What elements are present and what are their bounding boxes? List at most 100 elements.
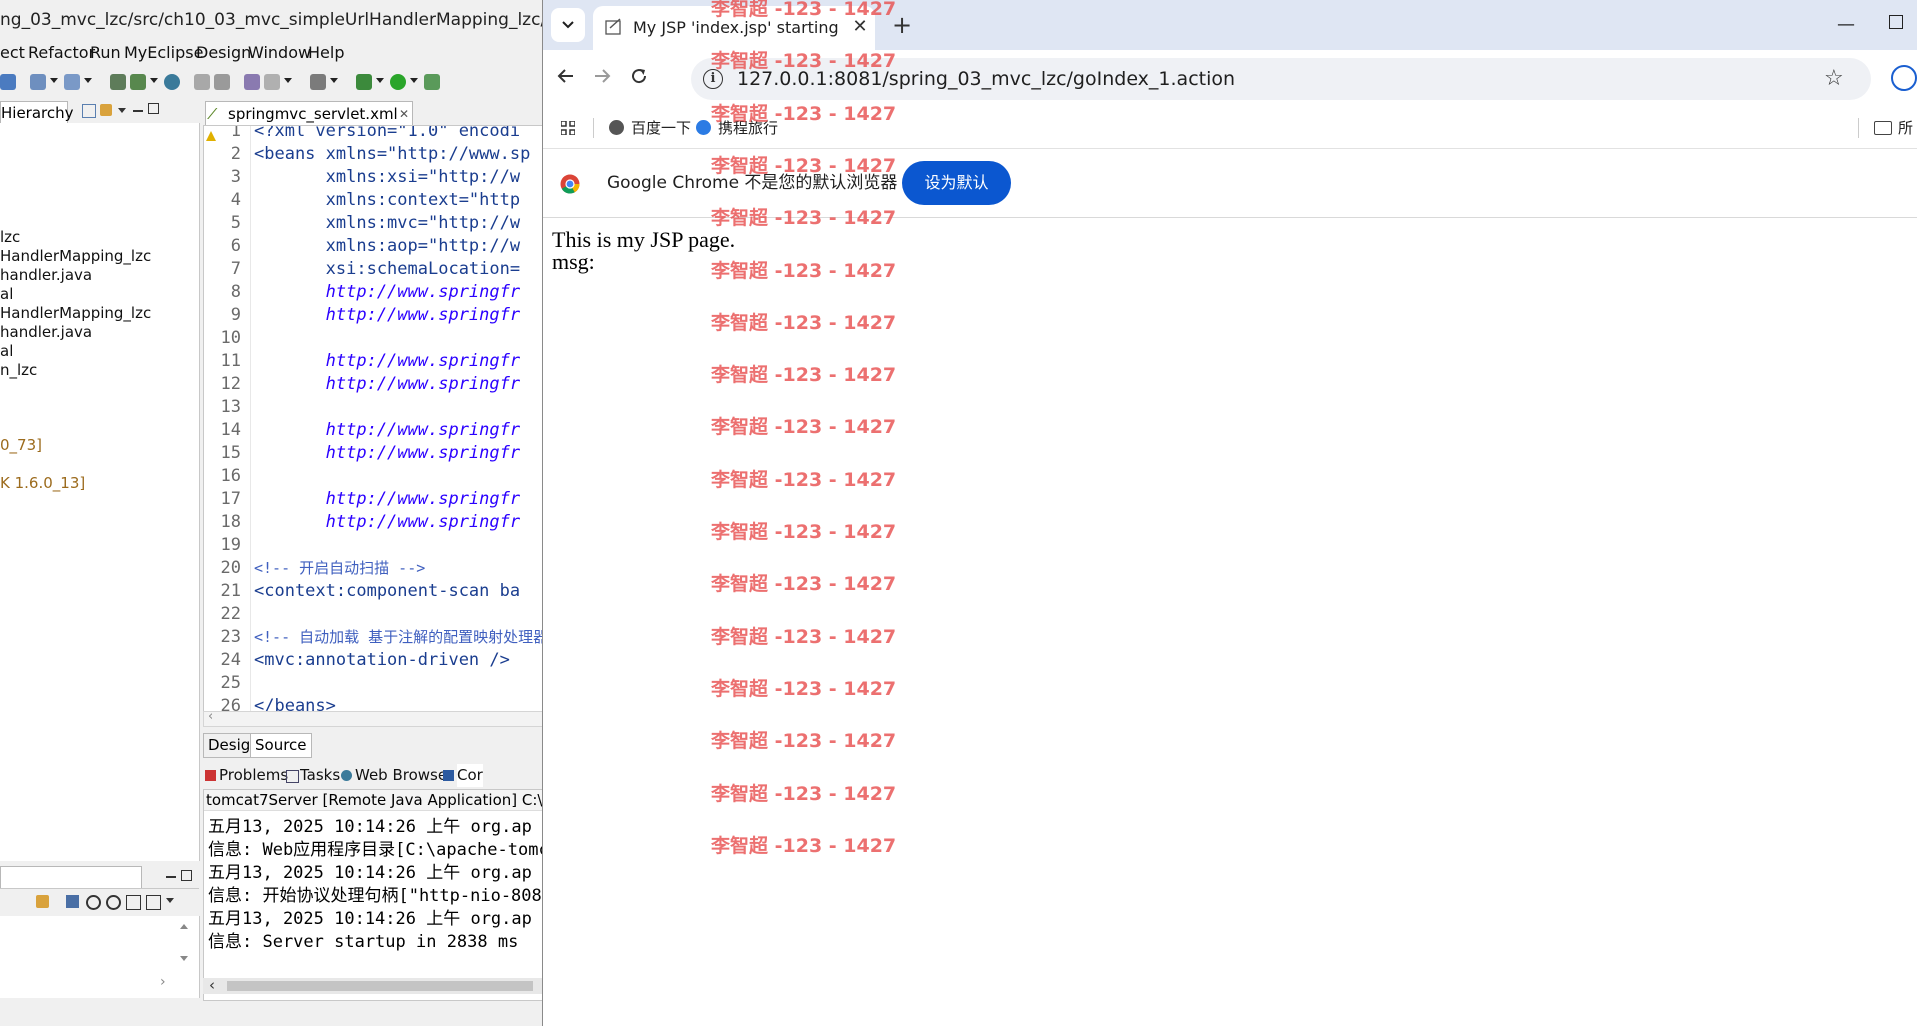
editor-horizontal-scrollbar[interactable]: ‹ [203,709,542,727]
tree-item[interactable]: n_lzc [0,361,37,379]
code-line: xsi:schemaLocation= [254,259,521,279]
new-class-icon[interactable] [130,74,146,90]
chevron-down-icon[interactable] [50,78,58,83]
folder-label: 所 [1898,119,1914,137]
new-project-icon[interactable] [110,74,126,90]
scroll-left-icon[interactable]: ‹ [209,976,215,994]
set-default-button[interactable]: 设为默认 [902,161,1011,205]
arrow-right-icon [595,69,611,83]
divider [1858,118,1859,138]
maximize-icon[interactable] [181,870,192,881]
ide-title: ng_03_mvc_lzc/src/ch10_03_mvc_simpleUrlH… [0,10,542,30]
maximize-window-button[interactable] [1889,15,1903,29]
menu-refactor[interactable]: Refactor [28,40,95,66]
address-bar[interactable]: i 127.0.0.1:8081/spring_03_mvc_lzc/goInd… [691,58,1871,100]
back-history-icon[interactable] [194,74,210,90]
maximize-icon[interactable] [148,103,159,114]
tree-item[interactable]: handler.java [0,266,92,284]
scrollbar-thumb[interactable] [227,981,533,991]
tab-search-button[interactable] [551,8,585,42]
site-info-icon[interactable]: i [703,69,723,89]
reload-button[interactable] [622,62,656,96]
tab-springmvc-servlet-xml[interactable]: ⁄ springmvc_servlet.xml ✕ [205,101,413,126]
outline-tab[interactable] [0,866,142,888]
line-number: 4 [230,190,241,210]
menu-myeclipse[interactable]: MyEclipse [124,40,203,66]
forward-button[interactable] [585,62,619,96]
menu-window[interactable]: Window [248,40,311,66]
tab-hierarchy[interactable]: Hierarchy [0,101,74,124]
external-tools-icon[interactable] [424,74,440,90]
code-line: <!-- 自动加载 基于注解的配置映射处理器 [254,628,542,646]
tree-item-jre[interactable]: K 1.6.0_13] [0,474,85,492]
actual-size-icon[interactable] [126,895,141,910]
close-icon[interactable]: ✕ [847,14,873,40]
line-number-gutter: 1 2 3 4 5 6 7 8 9 10 11 12 13 14 15 16 17 18 19 20 21 22 23 24 2… [204,126,251,712]
scroll-right-icon[interactable]: › [160,974,166,990]
close-icon[interactable]: ✕ [399,102,409,126]
tab-problems[interactable]: Problems [219,764,288,787]
scroll-left-icon[interactable]: ‹ [208,709,213,724]
tree-item[interactable]: HandlerMapping_lzc [0,304,151,322]
collapse-all-icon[interactable] [82,104,96,118]
minimize-icon[interactable] [133,110,143,112]
chevron-down-icon[interactable] [150,78,158,83]
tree-item[interactable]: al [0,285,13,303]
link-editor-icon[interactable] [100,104,112,116]
minimize-window-button[interactable]: — [1829,8,1863,42]
chevron-down-icon[interactable] [284,78,292,83]
chevron-down-icon[interactable] [330,78,338,83]
chevron-down-icon[interactable] [410,78,418,83]
url-text[interactable]: 127.0.0.1:8081/spring_03_mvc_lzc/goIndex… [737,58,1235,100]
line-number: 20 [220,558,241,578]
browser-tab-active[interactable]: My JSP 'index.jsp' starting pa ✕ [593,6,875,50]
view-icon[interactable] [310,74,326,90]
forward-history-icon[interactable] [214,74,230,90]
apps-grid-icon[interactable] [560,120,576,136]
chevron-down-icon[interactable] [84,78,92,83]
menu-help[interactable]: Help [308,40,344,66]
db-icon[interactable] [0,74,16,90]
link-icon[interactable] [36,895,49,908]
scroll-down-icon[interactable] [180,956,188,961]
tree-item[interactable]: handler.java [0,323,92,341]
zoom-out-icon[interactable] [86,895,101,910]
minimize-icon[interactable] [166,876,176,878]
run-icon[interactable] [390,74,406,90]
new-tab-button[interactable]: + [885,8,919,42]
fit-icon[interactable] [146,895,161,910]
tab-web-browser[interactable]: Web Browser [355,764,453,787]
debug-icon[interactable] [356,74,372,90]
bookmark-star-icon[interactable]: ☆ [1824,58,1844,100]
server-icon[interactable] [64,74,80,90]
code-line: <context:component-scan ba [254,581,521,601]
deploy-icon[interactable] [30,74,46,90]
tree-item[interactable]: HandlerMapping_lzc [0,247,151,265]
default-browser-infobar: Google Chrome 不是您的默认浏览器 设为默认 [543,149,1917,218]
zoom-in-icon[interactable] [106,895,121,910]
tab-console[interactable]: Cor [457,764,483,787]
ide-window: ng_03_mvc_lzc/src/ch10_03_mvc_simpleUrlH… [0,0,542,1026]
chevron-down-icon[interactable] [376,78,384,83]
console-horizontal-scrollbar[interactable]: ‹ [203,976,542,994]
profile-avatar-icon[interactable] [1891,65,1917,91]
tab-source[interactable]: Source [250,733,312,758]
tab-tasks[interactable]: Tasks [300,764,340,787]
menu-run[interactable]: Run [90,40,121,66]
tree-item[interactable]: lzc [0,228,20,246]
back-button[interactable] [549,62,583,96]
tree-item-library[interactable]: 0_73] [0,436,42,454]
scroll-up-icon[interactable] [180,924,188,929]
xml-editor[interactable]: 1 2 3 4 5 6 7 8 9 10 11 12 13 14 15 16 17 18 19 20 21 22 23 24 2… [203,125,542,713]
globe-icon[interactable] [164,74,180,90]
code-line: xmlns:xsi="http://w [254,167,521,187]
open-type-icon[interactable] [244,74,260,90]
view-menu-icon[interactable] [118,108,126,113]
tree-item[interactable]: al [0,342,13,360]
console-panel[interactable]: tomcat7Server [Remote Java Application] … [203,789,542,1001]
menu-project[interactable]: ect [0,40,25,66]
menu-design[interactable]: Design [196,40,251,66]
image-icon[interactable] [66,895,79,908]
search-icon[interactable] [264,74,280,90]
view-menu-icon[interactable] [166,898,174,903]
